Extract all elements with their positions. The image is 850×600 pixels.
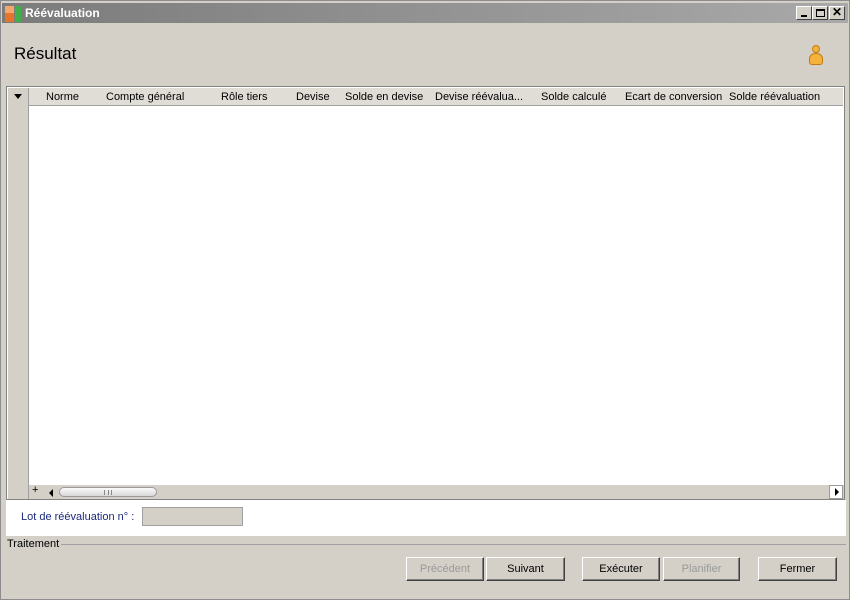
grip-icon xyxy=(104,490,112,495)
traitement-label: Traitement xyxy=(7,538,62,550)
close-window-button[interactable]: ✕ xyxy=(829,5,845,20)
maximize-icon xyxy=(816,9,825,17)
close-icon: ✕ xyxy=(831,5,843,19)
column-header-compte-general[interactable]: Compte général xyxy=(106,91,184,103)
column-header-solde-en-devise[interactable]: Solde en devise xyxy=(345,91,423,103)
results-grid[interactable]: Norme Compte général Rôle tiers Devise S… xyxy=(6,86,845,500)
column-header-role-tiers[interactable]: Rôle tiers xyxy=(221,91,267,103)
column-header-solde-calcule[interactable]: Solde calculé xyxy=(541,91,606,103)
close-button[interactable]: Fermer xyxy=(758,557,837,581)
page-title: Résultat xyxy=(14,44,77,63)
user-icon[interactable] xyxy=(807,45,825,67)
execute-button[interactable]: Exécuter xyxy=(582,557,660,581)
column-header-devise[interactable]: Devise xyxy=(296,91,330,103)
window-title: Réévaluation xyxy=(25,6,100,20)
column-header-solde-reevaluation[interactable]: Solde réévaluation xyxy=(729,91,820,103)
lot-label: Lot de réévaluation n° : xyxy=(21,511,135,523)
title-bar[interactable]: Réévaluation ✕ xyxy=(2,3,848,23)
scrollbar-thumb[interactable] xyxy=(59,487,157,497)
grid-column-header: Norme Compte général Rôle tiers Devise S… xyxy=(29,88,843,106)
next-button[interactable]: Suivant xyxy=(486,557,565,581)
column-chooser-dropdown-icon[interactable] xyxy=(14,94,22,99)
minimize-icon xyxy=(801,15,807,17)
minimize-button[interactable] xyxy=(796,6,812,20)
scroll-right-arrow-icon[interactable] xyxy=(829,485,843,499)
lot-panel: Lot de réévaluation n° : xyxy=(6,500,846,536)
lot-number-field xyxy=(142,507,243,526)
maximize-button[interactable] xyxy=(812,6,828,20)
column-header-ecart-de-conversion[interactable]: Ecart de conversion xyxy=(625,91,722,103)
grid-body[interactable] xyxy=(29,107,843,485)
column-header-norme[interactable]: Norme xyxy=(46,91,79,103)
traitement-divider xyxy=(57,544,846,545)
reevaluation-window: Réévaluation ✕ Résultat Norme Compte gén… xyxy=(0,0,850,600)
horizontal-scrollbar[interactable]: + xyxy=(29,484,844,499)
row-header-column xyxy=(8,88,29,499)
expand-icon[interactable]: + xyxy=(32,484,38,496)
schedule-button[interactable]: Planifier xyxy=(663,557,740,581)
previous-button[interactable]: Précédent xyxy=(406,557,484,581)
scroll-left-arrow-icon[interactable] xyxy=(46,487,59,499)
app-icon xyxy=(5,6,21,22)
column-header-devise-reevaluation[interactable]: Devise réévalua... xyxy=(435,91,523,103)
